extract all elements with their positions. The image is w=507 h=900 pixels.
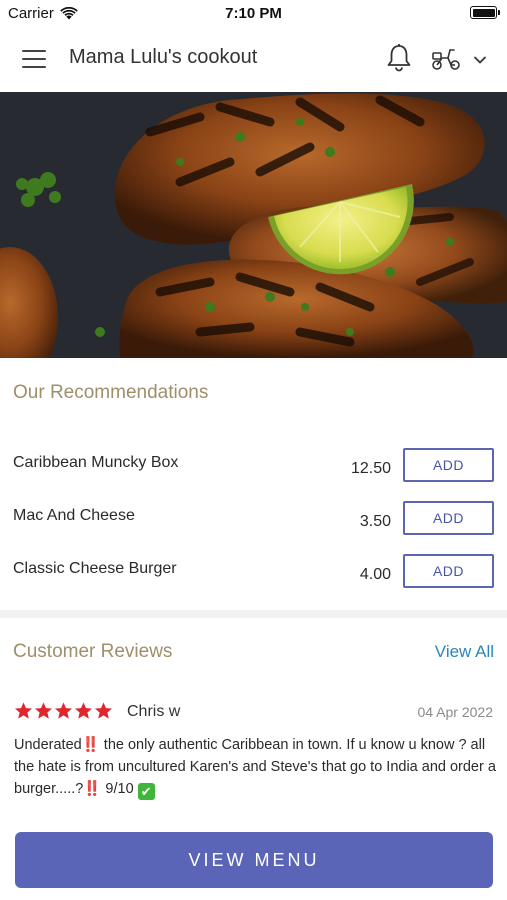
scooter-icon[interactable] xyxy=(430,46,462,72)
review-text: Underated‼️ the only authentic Caribbean… xyxy=(14,734,496,800)
view-menu-button[interactable]: VIEW MENU xyxy=(15,832,493,888)
review-text-part: 9/10 xyxy=(101,781,138,797)
recommendation-item: Classic Cheese Burger 4.00 ADD xyxy=(0,554,507,590)
review-date: 04 Apr 2022 xyxy=(417,704,493,720)
double-exclamation-icon: ‼️ xyxy=(81,737,100,753)
restaurant-title: Mama Lulu's cookout xyxy=(69,46,258,68)
add-button[interactable]: ADD xyxy=(403,554,494,588)
view-all-link[interactable]: View All xyxy=(435,642,494,662)
star-icon xyxy=(94,702,113,719)
item-price: 12.50 xyxy=(350,460,391,477)
reviews-title: Customer Reviews xyxy=(13,641,173,662)
section-divider xyxy=(0,610,507,618)
double-exclamation-icon: ‼️ xyxy=(83,781,102,797)
star-icon xyxy=(54,702,73,719)
add-button[interactable]: ADD xyxy=(403,448,494,482)
add-button[interactable]: ADD xyxy=(403,501,494,535)
hero-image xyxy=(0,92,507,358)
star-icon xyxy=(14,702,33,719)
app-header: Mama Lulu's cookout xyxy=(0,26,507,92)
battery-icon xyxy=(470,6,500,19)
reviewer-name: Chris w xyxy=(127,703,181,720)
chevron-down-icon[interactable] xyxy=(472,53,488,65)
recommendations-title: Our Recommendations xyxy=(13,382,209,403)
status-bar: Carrier 7:10 PM xyxy=(0,0,507,26)
star-icon xyxy=(74,702,93,719)
star-rating xyxy=(14,701,113,721)
menu-icon[interactable] xyxy=(22,50,48,68)
recommendation-item: Caribbean Muncky Box 12.50 ADD xyxy=(0,448,507,484)
item-price: 3.50 xyxy=(359,513,391,530)
recommendation-item: Mac And Cheese 3.50 ADD xyxy=(0,501,507,537)
review-text-part: Underated xyxy=(14,737,82,753)
item-name: Mac And Cheese xyxy=(13,507,135,524)
clock: 7:10 PM xyxy=(225,5,282,22)
item-name: Classic Cheese Burger xyxy=(13,560,177,577)
item-name: Caribbean Muncky Box xyxy=(13,454,179,471)
bell-icon[interactable] xyxy=(385,43,413,73)
star-icon xyxy=(34,702,53,719)
check-mark-icon: ✔ xyxy=(137,783,155,800)
item-price: 4.00 xyxy=(359,566,391,583)
